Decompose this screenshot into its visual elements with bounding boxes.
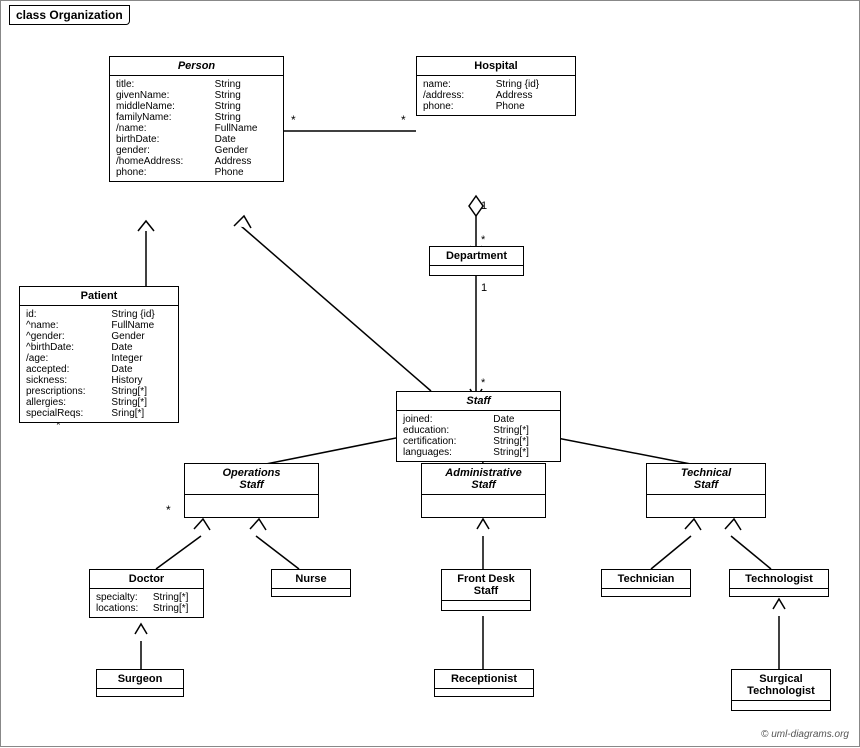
surgical-technologist-title: Surgical Technologist: [732, 670, 830, 701]
svg-text:*: *: [401, 113, 406, 127]
technician-title: Technician: [602, 570, 690, 589]
doctor-attrs: specialty:String[*] locations:String[*]: [90, 589, 203, 617]
staff-box: Staff joined:Date education:String[*] ce…: [396, 391, 561, 462]
receptionist-box: Receptionist: [434, 669, 534, 697]
nurse-box: Nurse: [271, 569, 351, 597]
person-title: Person: [110, 57, 283, 76]
operations-staff-title: Operations Staff: [185, 464, 318, 495]
technical-staff-box: Technical Staff: [646, 463, 766, 518]
nurse-title: Nurse: [272, 570, 350, 589]
copyright: © uml-diagrams.org: [761, 729, 849, 740]
svg-text:1: 1: [481, 282, 487, 294]
diagram-title: class Organization: [9, 5, 130, 25]
svg-text:*: *: [291, 113, 296, 127]
technologist-title: Technologist: [730, 570, 828, 589]
svg-text:*: *: [166, 503, 171, 517]
patient-box: Patient id:String {id} ^name:FullName ^g…: [19, 286, 179, 423]
person-attrs: title:String givenName:String middleName…: [110, 76, 283, 181]
department-box: Department: [429, 246, 524, 276]
hospital-attrs: name:String {id} /address:Address phone:…: [417, 76, 575, 115]
svg-text:*: *: [481, 377, 486, 389]
patient-attrs: id:String {id} ^name:FullName ^gender:Ge…: [20, 306, 178, 422]
administrative-staff-box: Administrative Staff: [421, 463, 546, 518]
technologist-box: Technologist: [729, 569, 829, 597]
person-box: Person title:String givenName:String mid…: [109, 56, 284, 182]
surgical-technologist-box: Surgical Technologist: [731, 669, 831, 711]
receptionist-title: Receptionist: [435, 670, 533, 689]
patient-title: Patient: [20, 287, 178, 306]
surgeon-title: Surgeon: [97, 670, 183, 689]
doctor-title: Doctor: [90, 570, 203, 589]
front-desk-staff-box: Front Desk Staff: [441, 569, 531, 611]
surgeon-box: Surgeon: [96, 669, 184, 697]
department-title: Department: [430, 247, 523, 266]
administrative-staff-title: Administrative Staff: [422, 464, 545, 495]
diagram-container: class Organization * * 1 * 1 *: [0, 0, 860, 747]
staff-title: Staff: [397, 392, 560, 411]
technician-box: Technician: [601, 569, 691, 597]
staff-attrs: joined:Date education:String[*] certific…: [397, 411, 560, 461]
technical-staff-title: Technical Staff: [647, 464, 765, 495]
front-desk-staff-title: Front Desk Staff: [442, 570, 530, 601]
svg-text:1: 1: [481, 200, 487, 212]
hospital-box: Hospital name:String {id} /address:Addre…: [416, 56, 576, 116]
doctor-box: Doctor specialty:String[*] locations:Str…: [89, 569, 204, 618]
hospital-title: Hospital: [417, 57, 575, 76]
operations-staff-box: Operations Staff: [184, 463, 319, 518]
svg-text:*: *: [481, 234, 486, 246]
